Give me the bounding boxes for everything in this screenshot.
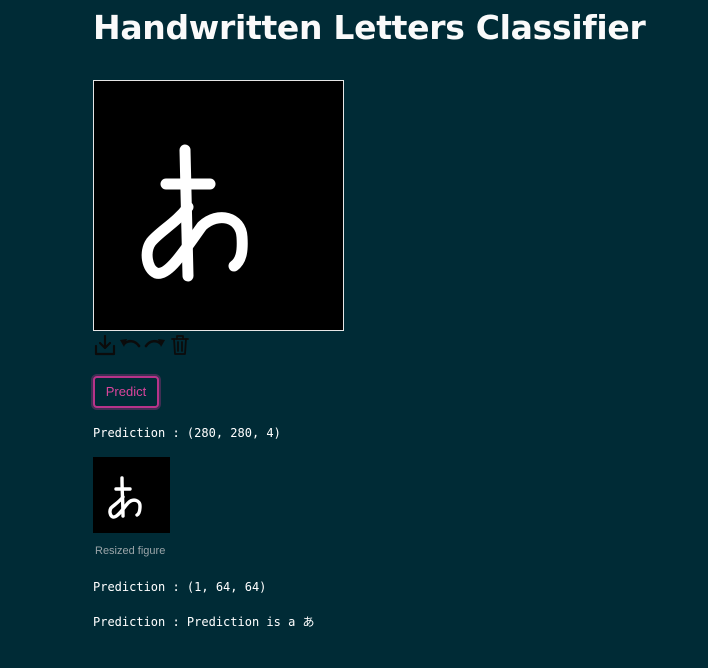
resized-figure-caption: Resized figure [95,545,166,557]
trash-icon[interactable] [168,333,192,357]
drawn-character-strokes [141,144,248,282]
prediction-resized-shape-output: Prediction : (1, 64, 64) [93,580,267,594]
resized-figure-image [93,457,170,533]
predict-button[interactable]: Predict [93,376,159,408]
page-title: Handwritten Letters Classifier [93,8,646,47]
drawing-canvas[interactable] [93,80,344,331]
redo-icon[interactable] [143,333,167,357]
app-page: Handwritten Letters Classifier Predict P… [0,0,708,668]
download-icon[interactable] [93,333,117,357]
prediction-shape-output: Prediction : (280, 280, 4) [93,426,281,440]
undo-icon[interactable] [118,333,142,357]
canvas-toolbar [93,333,193,357]
prediction-result-output: Prediction : Prediction is a あ [93,615,315,629]
